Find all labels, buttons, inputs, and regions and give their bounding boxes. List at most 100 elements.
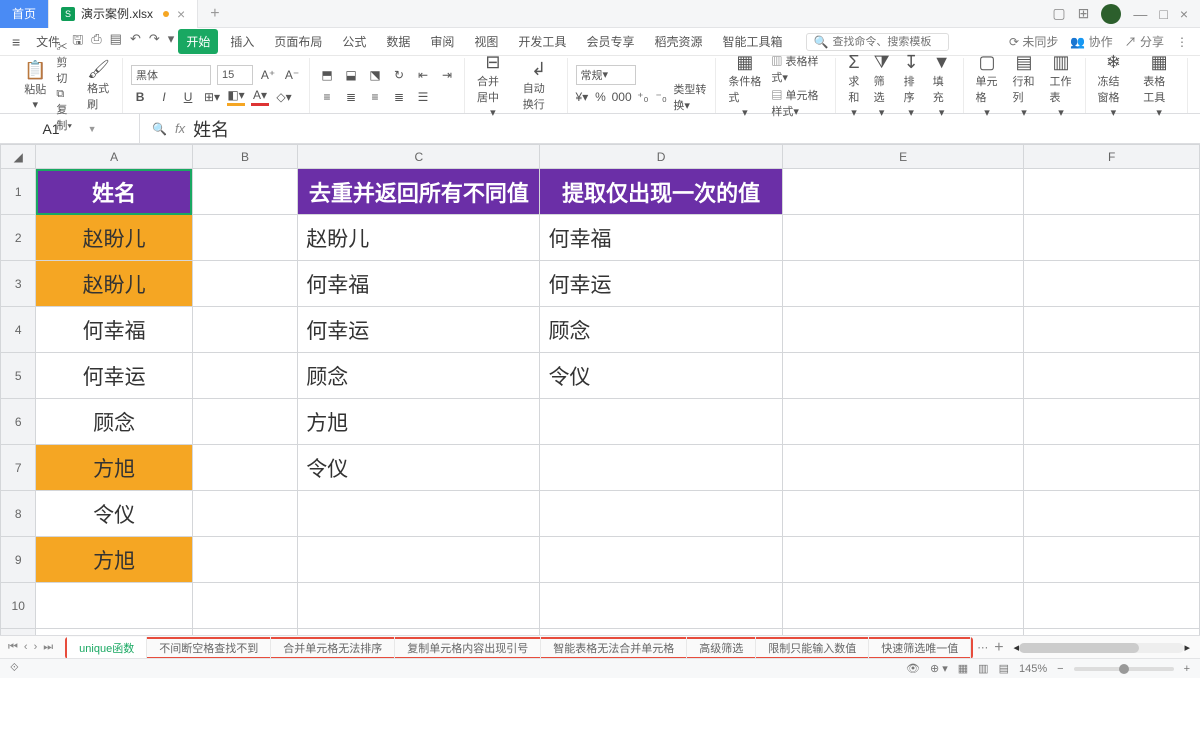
menu-start[interactable]: 开始 bbox=[178, 29, 218, 54]
currency-icon[interactable]: ¥▾ bbox=[576, 88, 589, 106]
cell-D1[interactable]: 提取仅出现一次的值 bbox=[540, 169, 782, 215]
new-tab-button[interactable]: + bbox=[198, 0, 231, 28]
font-color-button[interactable]: A▾ bbox=[251, 88, 269, 106]
align-top-icon[interactable]: ⬒ bbox=[318, 66, 336, 84]
scroll-right-icon[interactable]: ▸ bbox=[1184, 641, 1190, 654]
cell[interactable] bbox=[540, 491, 782, 537]
cell-C1[interactable]: 去重并返回所有不同值 bbox=[298, 169, 540, 215]
sheet-last-icon[interactable]: ⏭ bbox=[43, 641, 53, 654]
row-header[interactable]: 3 bbox=[1, 261, 36, 307]
cell[interactable]: 赵盼儿 bbox=[36, 215, 192, 261]
align-bot-icon[interactable]: ⬔ bbox=[366, 66, 384, 84]
bold-button[interactable]: B bbox=[131, 88, 149, 106]
name-box[interactable]: A1▼ bbox=[0, 114, 140, 144]
sum-button[interactable]: Σ求和▾ bbox=[844, 52, 863, 119]
cell[interactable] bbox=[192, 491, 297, 537]
sheet-tab[interactable]: 合并单元格无法排序 bbox=[271, 637, 395, 659]
border-button[interactable]: ⊞▾ bbox=[203, 88, 221, 106]
grid[interactable]: ◢ A B C D E F 1 姓名 去重并返回所有不同值 提取仅出现一次的值 … bbox=[0, 144, 1200, 678]
menu-smart[interactable]: 智能工具箱 bbox=[714, 29, 790, 54]
fx-icon[interactable]: fx bbox=[175, 121, 185, 136]
freeze-button[interactable]: ❄冻结窗格▾ bbox=[1094, 52, 1134, 119]
dec-font-icon[interactable]: A⁻ bbox=[283, 66, 301, 84]
inc-dec-icon[interactable]: ⁺₀ bbox=[637, 88, 649, 106]
search-fn-icon[interactable]: 🔍 bbox=[152, 122, 167, 136]
fill-button[interactable]: ▼填充▾ bbox=[929, 52, 955, 119]
cell-button[interactable]: ▢单元格▾ bbox=[972, 52, 1003, 119]
zoom-slider[interactable] bbox=[1074, 667, 1174, 671]
col-header-C[interactable]: C bbox=[298, 145, 540, 169]
hamburger-icon[interactable]: ≡ bbox=[12, 34, 20, 50]
cell[interactable] bbox=[36, 583, 192, 629]
menu-view[interactable]: 视图 bbox=[466, 29, 506, 54]
cell[interactable] bbox=[1024, 307, 1200, 353]
cell[interactable] bbox=[782, 353, 1024, 399]
dec-dec-icon[interactable]: ⁻₀ bbox=[655, 88, 667, 106]
grid-icon[interactable]: ⊞ bbox=[1078, 5, 1090, 22]
align-right-icon[interactable]: ≡ bbox=[366, 88, 384, 106]
cell[interactable] bbox=[540, 445, 782, 491]
sheet-tab[interactable]: 复制单元格内容出现引号 bbox=[395, 637, 541, 659]
formula-value[interactable]: 姓名 bbox=[193, 116, 229, 142]
cell[interactable] bbox=[1024, 491, 1200, 537]
sheet-tab[interactable]: 智能表格无法合并单元格 bbox=[541, 637, 687, 659]
cell[interactable] bbox=[782, 583, 1024, 629]
percent-icon[interactable]: % bbox=[594, 88, 606, 106]
cell[interactable]: 令仪 bbox=[540, 353, 782, 399]
sheet-prev-icon[interactable]: ‹ bbox=[24, 641, 28, 654]
sheet-tab[interactable]: 高级筛选 bbox=[687, 637, 756, 659]
cell[interactable] bbox=[782, 537, 1024, 583]
sheet-tab[interactable]: 快速筛选唯一值 bbox=[869, 637, 971, 659]
sort-button[interactable]: ↧排序▾ bbox=[900, 52, 923, 119]
cell[interactable] bbox=[192, 445, 297, 491]
cell[interactable] bbox=[1024, 169, 1200, 215]
format-brush-button[interactable]: 🖌格式刷 bbox=[83, 59, 114, 112]
preview-icon[interactable]: ▤ bbox=[110, 31, 122, 53]
menu-insert[interactable]: 插入 bbox=[222, 29, 262, 54]
search-input[interactable] bbox=[832, 36, 942, 48]
select-all-corner[interactable]: ◢ bbox=[1, 145, 36, 169]
cell[interactable] bbox=[540, 399, 782, 445]
zoom-out-icon[interactable]: − bbox=[1057, 663, 1063, 675]
cell[interactable]: 顾念 bbox=[36, 399, 192, 445]
cell[interactable] bbox=[1024, 353, 1200, 399]
col-header-D[interactable]: D bbox=[540, 145, 782, 169]
menu-formula[interactable]: 公式 bbox=[334, 29, 374, 54]
cell[interactable]: 方旭 bbox=[36, 537, 192, 583]
cell[interactable] bbox=[192, 307, 297, 353]
row-header[interactable]: 4 bbox=[1, 307, 36, 353]
row-header[interactable]: 7 bbox=[1, 445, 36, 491]
align-center-icon[interactable]: ≣ bbox=[342, 88, 360, 106]
window-max-icon[interactable]: □ bbox=[1159, 6, 1167, 22]
user-avatar[interactable] bbox=[1101, 4, 1121, 24]
cell[interactable] bbox=[1024, 399, 1200, 445]
window-min-icon[interactable]: — bbox=[1133, 6, 1147, 22]
cell[interactable]: 顾念 bbox=[298, 353, 540, 399]
cell[interactable] bbox=[782, 169, 1024, 215]
add-sheet-button[interactable]: + bbox=[994, 639, 1003, 657]
cell[interactable]: 何幸运 bbox=[540, 261, 782, 307]
cell[interactable] bbox=[1024, 215, 1200, 261]
row-header[interactable]: 6 bbox=[1, 399, 36, 445]
eye-icon[interactable]: 👁 bbox=[906, 662, 920, 675]
h-scrollbar[interactable]: ◂ ▸ bbox=[1014, 641, 1190, 654]
indent-r-icon[interactable]: ⇥ bbox=[438, 66, 456, 84]
rowscols-button[interactable]: ▤行和列▾ bbox=[1009, 52, 1040, 119]
dropdown-icon[interactable]: ▾ bbox=[168, 31, 175, 53]
row-header[interactable]: 5 bbox=[1, 353, 36, 399]
tab-file[interactable]: S 演示案例.xlsx × bbox=[49, 0, 198, 28]
cell[interactable] bbox=[192, 353, 297, 399]
cell-A1[interactable]: 姓名 bbox=[36, 169, 192, 215]
inc-font-icon[interactable]: A⁺ bbox=[259, 66, 277, 84]
paste-button[interactable]: 📋粘贴▾ bbox=[20, 60, 50, 111]
cell[interactable] bbox=[192, 169, 297, 215]
table-tools-button[interactable]: ▦表格工具▾ bbox=[1139, 52, 1179, 119]
cell[interactable]: 何幸福 bbox=[540, 215, 782, 261]
undo-icon[interactable]: ↶ bbox=[130, 31, 141, 53]
cell[interactable]: 令仪 bbox=[36, 491, 192, 537]
menu-vip[interactable]: 会员专享 bbox=[578, 29, 642, 54]
cell[interactable] bbox=[540, 537, 782, 583]
cell[interactable]: 赵盼儿 bbox=[298, 215, 540, 261]
menu-data[interactable]: 数据 bbox=[378, 29, 418, 54]
menu-dev[interactable]: 开发工具 bbox=[510, 29, 574, 54]
